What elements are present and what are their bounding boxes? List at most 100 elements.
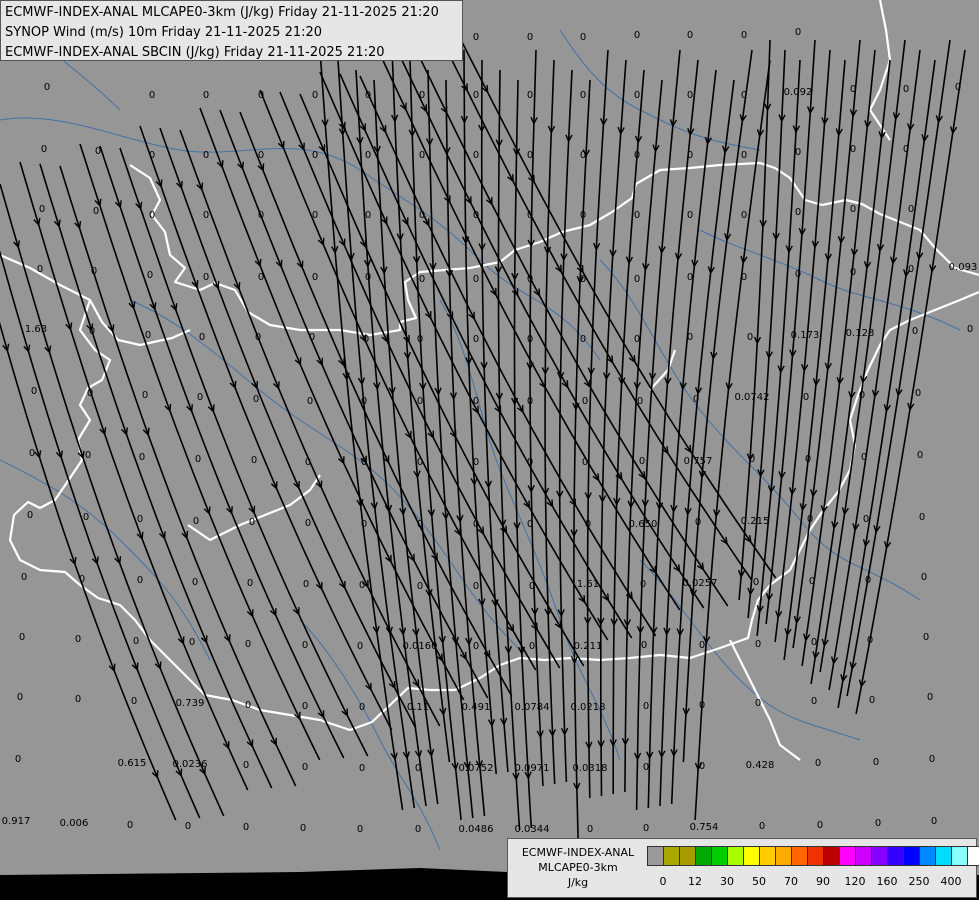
cape-value: 0 — [365, 210, 371, 221]
cape-value: 0 — [197, 392, 203, 403]
color-legend: ECMWF-INDEX-ANAL MLCAPE0-3km J/kg 0 12 30 5… — [507, 838, 979, 898]
cape-value: 1.61 — [577, 579, 599, 590]
cape-value: 0 — [127, 820, 133, 831]
cape-value: 0 — [923, 632, 929, 643]
legend-swatch — [871, 846, 887, 866]
cape-value: 0 — [634, 334, 640, 345]
cape-value: 0 — [473, 457, 479, 468]
cape-value: 0 — [634, 210, 640, 221]
cape-value: 0 — [131, 696, 137, 707]
cape-value: 0 — [795, 269, 801, 280]
cape-value: 0 — [805, 454, 811, 465]
cape-value: 0.615 — [118, 758, 147, 769]
legend-swatch — [807, 846, 823, 866]
cape-value: 0 — [149, 150, 155, 161]
cape-value: 0 — [527, 519, 533, 530]
cape-value: 0 — [687, 272, 693, 283]
cape-value: 0 — [29, 448, 35, 459]
cape-value: 0 — [302, 701, 308, 712]
cape-value: 0.128 — [846, 328, 875, 339]
legend-tick: 0 — [659, 875, 667, 888]
cape-value: 0 — [75, 694, 81, 705]
cape-value: 0 — [643, 701, 649, 712]
cape-value: 0 — [149, 90, 155, 101]
legend-swatch — [919, 846, 935, 866]
map-header: ECMWF-INDEX-ANAL MLCAPE0-3km (J/kg) Frid… — [0, 0, 463, 61]
legend-swatch — [823, 846, 839, 866]
cape-value: 0 — [527, 457, 533, 468]
cape-value: 0 — [643, 823, 649, 834]
header-line-mlcape: ECMWF-INDEX-ANAL MLCAPE0-3km (J/kg) Frid… — [5, 5, 439, 20]
cape-value: 0 — [93, 206, 99, 217]
cape-value: 0 — [149, 210, 155, 221]
cape-value: 0 — [687, 332, 693, 343]
cape-value: 0 — [753, 577, 759, 588]
legend-swatch — [791, 846, 807, 866]
cape-value: 0 — [527, 90, 533, 101]
cape-value: 0 — [527, 210, 533, 221]
cape-value: 0 — [807, 514, 813, 525]
cape-value: 0 — [634, 274, 640, 285]
cape-value: 0 — [580, 210, 586, 221]
legend-swatch — [759, 846, 775, 866]
cape-value: 0 — [473, 32, 479, 43]
legend-swatch — [951, 846, 967, 866]
cape-value: 0 — [967, 324, 973, 335]
cape-value: 0 — [850, 84, 856, 95]
cape-value: 0 — [359, 702, 365, 713]
cape-value: 0 — [580, 90, 586, 101]
cape-value: 0 — [417, 519, 423, 530]
legend-swatch — [855, 846, 871, 866]
cape-value: 0 — [634, 150, 640, 161]
cape-value: 0.917 — [2, 816, 31, 827]
cape-value: 0 — [699, 640, 705, 651]
cape-value: 0 — [741, 150, 747, 161]
cape-value: 0 — [639, 456, 645, 467]
cape-value: 0 — [415, 824, 421, 835]
cape-value: 0 — [747, 332, 753, 343]
cape-value: 0 — [312, 272, 318, 283]
cape-value: 0 — [44, 82, 50, 93]
cape-value: 0 — [245, 700, 251, 711]
cape-value: 0 — [580, 32, 586, 43]
cape-value: 0 — [861, 452, 867, 463]
cape-value: 0 — [693, 394, 699, 405]
legend-swatch — [775, 846, 791, 866]
cape-value: 0.0742 — [735, 392, 770, 403]
cape-value: 0 — [243, 760, 249, 771]
cape-value: 0 — [39, 204, 45, 215]
cape-value: 0 — [361, 396, 367, 407]
cape-value: 0 — [133, 636, 139, 647]
legend-title: ECMWF-INDEX-ANAL MLCAPE0-3km J/kg — [512, 845, 644, 890]
cape-value: 0 — [582, 457, 588, 468]
legend-swatch — [663, 846, 679, 866]
cape-value: 0 — [419, 150, 425, 161]
cape-value: 0 — [417, 396, 423, 407]
cape-value: 0 — [695, 517, 701, 528]
cape-value: 0 — [79, 574, 85, 585]
cape-value: 0 — [875, 818, 881, 829]
cape-value: 0 — [527, 32, 533, 43]
cape-value: 0 — [95, 146, 101, 157]
cape-value: 0 — [741, 30, 747, 41]
cape-value: 0 — [809, 576, 815, 587]
cape-value: 0 — [585, 519, 591, 530]
cape-value: 0 — [192, 577, 198, 588]
cape-value: 0 — [147, 270, 153, 281]
cape-value: 0 — [795, 147, 801, 158]
cape-value: 0 — [641, 640, 647, 651]
cape-value: 0 — [419, 90, 425, 101]
cape-value: 0 — [699, 761, 705, 772]
cape-value: 0 — [863, 514, 869, 525]
cape-value: 0 — [307, 396, 313, 407]
cape-value: 0.092 — [784, 87, 813, 98]
cape-value: 0 — [927, 692, 933, 703]
cape-value: 0.739 — [176, 698, 205, 709]
legend-swatch — [743, 846, 759, 866]
header-line-wind: SYNOP Wind (m/s) 10m Friday 21-11-2025 2… — [5, 25, 323, 40]
cape-value: 0 — [741, 210, 747, 221]
legend-tick: 30 — [720, 875, 734, 888]
cape-value: 0 — [253, 394, 259, 405]
cape-value: 0 — [473, 210, 479, 221]
cape-value: 0 — [587, 824, 593, 835]
